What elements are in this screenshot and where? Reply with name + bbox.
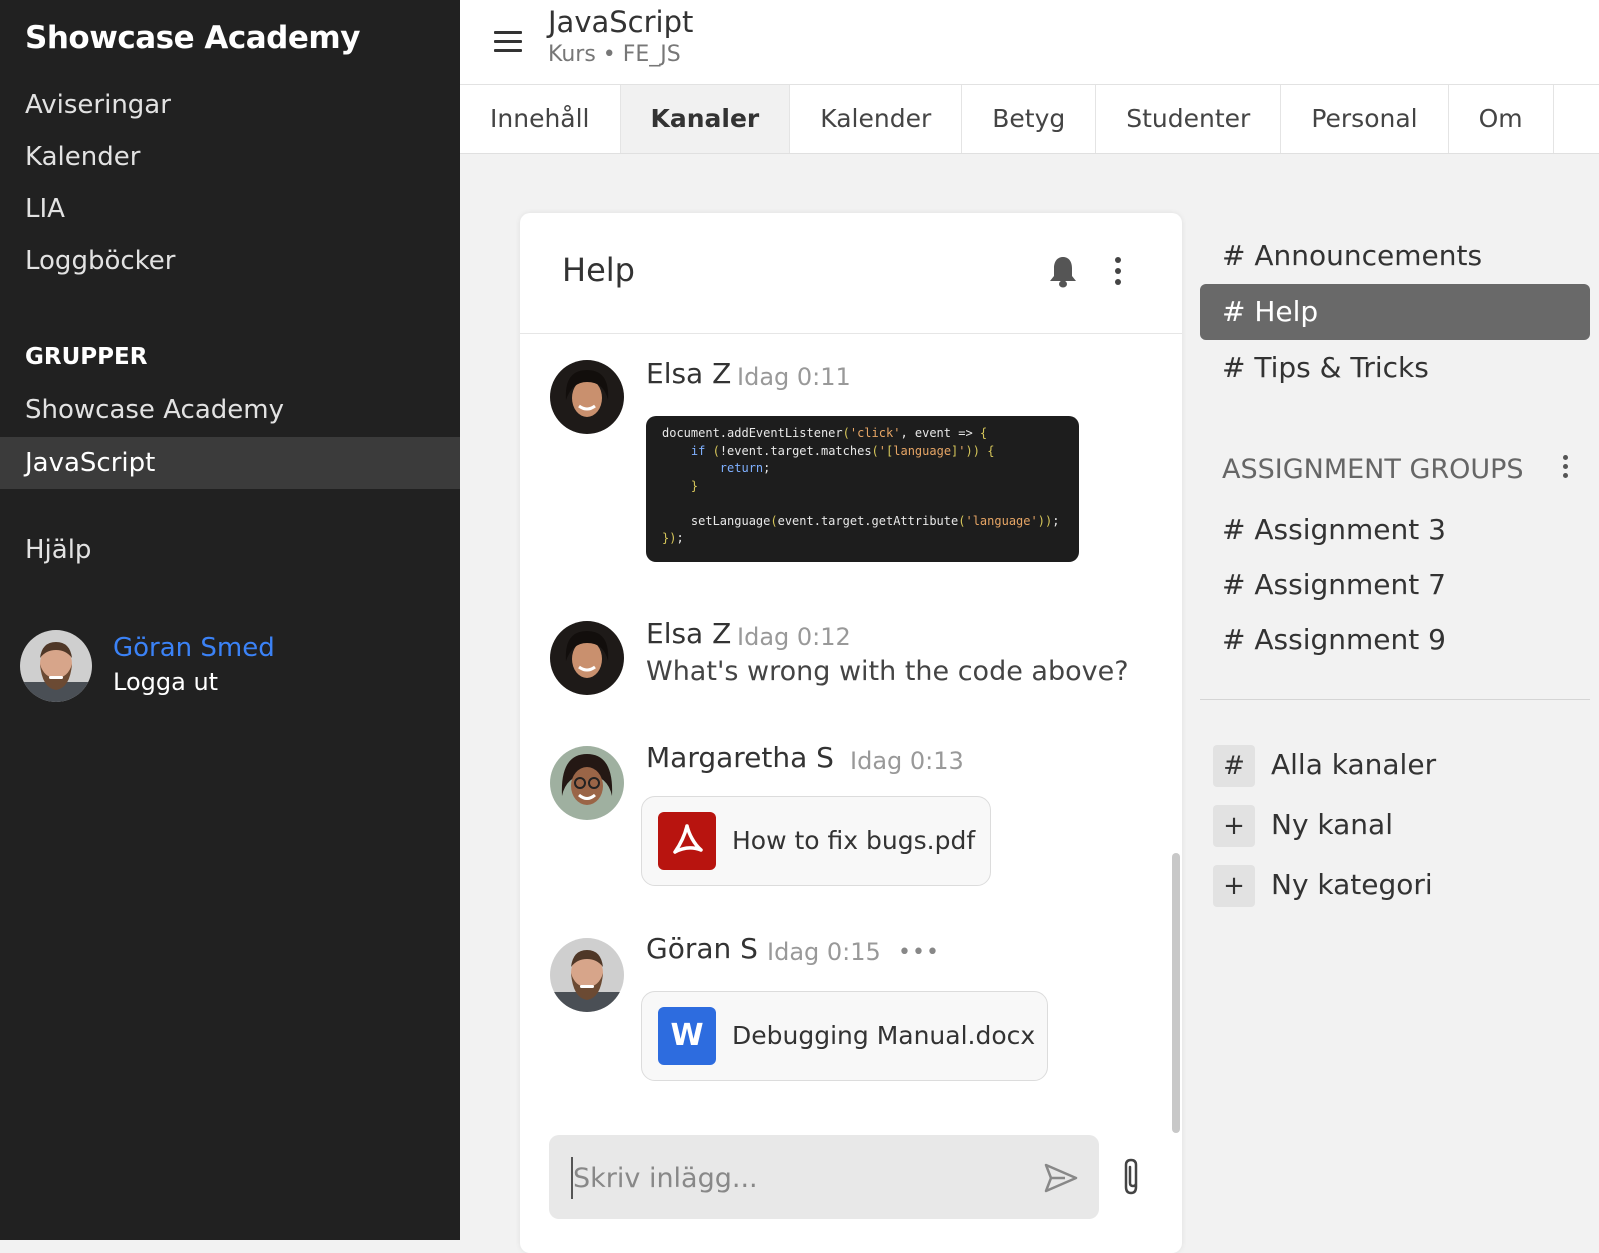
pdf-icon — [658, 812, 716, 870]
avatar[interactable] — [550, 621, 624, 695]
plus-icon: + — [1213, 805, 1255, 847]
code-line: } — [690, 478, 699, 493]
channel-item-assignment-9[interactable]: # Assignment 9 — [1200, 612, 1590, 668]
divider — [1200, 699, 1590, 700]
tab-kalender[interactable]: Kalender — [790, 85, 963, 153]
word-icon: W — [658, 1007, 716, 1065]
message-more-icon[interactable]: ••• — [898, 940, 940, 965]
group-options-icon[interactable] — [1560, 455, 1570, 483]
hash-icon: # — [1213, 745, 1255, 787]
word-icon-letter: W — [670, 1018, 704, 1053]
sidebar: Showcase Academy Aviseringar Kalender LI… — [0, 0, 460, 1240]
code-line: return; — [719, 461, 771, 475]
tab-personal[interactable]: Personal — [1281, 85, 1449, 153]
course-header: JavaScript Kurs • FE_JS — [460, 0, 1599, 85]
code-line: document.addEventListener('click', event… — [662, 426, 988, 440]
sidebar-item-lia[interactable]: LIA — [0, 183, 460, 235]
message-time: Idag 0:15 — [767, 938, 881, 966]
tab-studenter[interactable]: Studenter — [1096, 85, 1282, 153]
channel-header: Help — [520, 213, 1182, 334]
channel-options-icon[interactable] — [1110, 257, 1126, 289]
message-author[interactable]: Elsa Z — [646, 357, 731, 390]
message-input[interactable] — [571, 1157, 1025, 1199]
message-time: Idag 0:13 — [850, 747, 964, 775]
message-scrollbar[interactable] — [1172, 853, 1180, 1133]
plus-icon: + — [1213, 865, 1255, 907]
message-composer — [549, 1135, 1099, 1219]
code-line: if (!event.target.matches('[language]'))… — [690, 443, 995, 458]
channel-item-announcements[interactable]: # Announcements — [1200, 228, 1590, 284]
send-icon[interactable] — [1043, 1162, 1079, 1194]
sidebar-group-showcase-academy[interactable]: Showcase Academy — [0, 384, 460, 436]
brand-title[interactable]: Showcase Academy — [25, 20, 360, 56]
message-time: Idag 0:11 — [737, 363, 851, 391]
action-label: Ny kategori — [1271, 868, 1433, 901]
file-attachment[interactable]: W Debugging Manual.docx — [641, 991, 1048, 1081]
attach-icon[interactable] — [1120, 1157, 1144, 1197]
hamburger-menu-icon[interactable] — [494, 31, 522, 53]
channel-item-help[interactable]: # Help — [1200, 284, 1590, 340]
avatar[interactable] — [550, 746, 624, 820]
user-avatar[interactable] — [20, 630, 92, 702]
sidebar-item-loggbocker[interactable]: Loggböcker — [0, 235, 460, 287]
message-author[interactable]: Margaretha S — [646, 741, 834, 774]
tab-innehall[interactable]: Innehåll — [460, 85, 621, 153]
channel-item-assignment-7[interactable]: # Assignment 7 — [1200, 557, 1590, 613]
avatar[interactable] — [550, 360, 624, 434]
file-attachment[interactable]: How to fix bugs.pdf — [641, 796, 991, 886]
assignment-groups-heading: ASSIGNMENT GROUPS — [1222, 454, 1524, 485]
course-title: JavaScript — [548, 5, 694, 39]
logout-link[interactable]: Logga ut — [113, 668, 218, 696]
tab-betyg[interactable]: Betyg — [962, 85, 1097, 153]
channel-title: Help — [562, 251, 635, 289]
course-tabs: Innehåll Kanaler Kalender Betyg Studente… — [460, 85, 1599, 154]
file-name: How to fix bugs.pdf — [732, 826, 976, 855]
sidebar-item-aviseringar[interactable]: Aviseringar — [0, 79, 460, 131]
user-name-link[interactable]: Göran Smed — [113, 633, 275, 663]
code-line: }); — [662, 531, 684, 545]
action-label: Ny kanal — [1271, 808, 1393, 841]
channel-panel: Help Elsa Z Idag 0:11 document.addEventL… — [520, 213, 1182, 1253]
channel-item-assignment-3[interactable]: # Assignment 3 — [1200, 502, 1590, 558]
course-subtitle: Kurs • FE_JS — [548, 42, 681, 67]
sidebar-group-javascript[interactable]: JavaScript — [0, 437, 460, 489]
file-name: Debugging Manual.docx — [732, 1021, 1036, 1050]
message-time: Idag 0:12 — [737, 623, 851, 651]
message-text: What's wrong with the code above? — [646, 656, 1129, 687]
sidebar-item-hjalp[interactable]: Hjälp — [0, 524, 460, 576]
bell-icon[interactable] — [1048, 255, 1078, 289]
message-author[interactable]: Elsa Z — [646, 617, 731, 650]
action-label: Alla kanaler — [1271, 748, 1437, 781]
code-line: setLanguage(event.target.getAttribute('l… — [662, 513, 1060, 528]
channel-item-tips-tricks[interactable]: # Tips & Tricks — [1200, 340, 1590, 396]
message-author[interactable]: Göran S — [646, 932, 758, 965]
tab-kanaler[interactable]: Kanaler — [620, 85, 791, 153]
sidebar-item-kalender[interactable]: Kalender — [0, 131, 460, 183]
code-snippet: document.addEventListener('click', event… — [646, 416, 1079, 562]
tab-om[interactable]: Om — [1449, 85, 1554, 153]
groups-heading: GRUPPER — [25, 344, 148, 370]
avatar[interactable] — [550, 938, 624, 1012]
